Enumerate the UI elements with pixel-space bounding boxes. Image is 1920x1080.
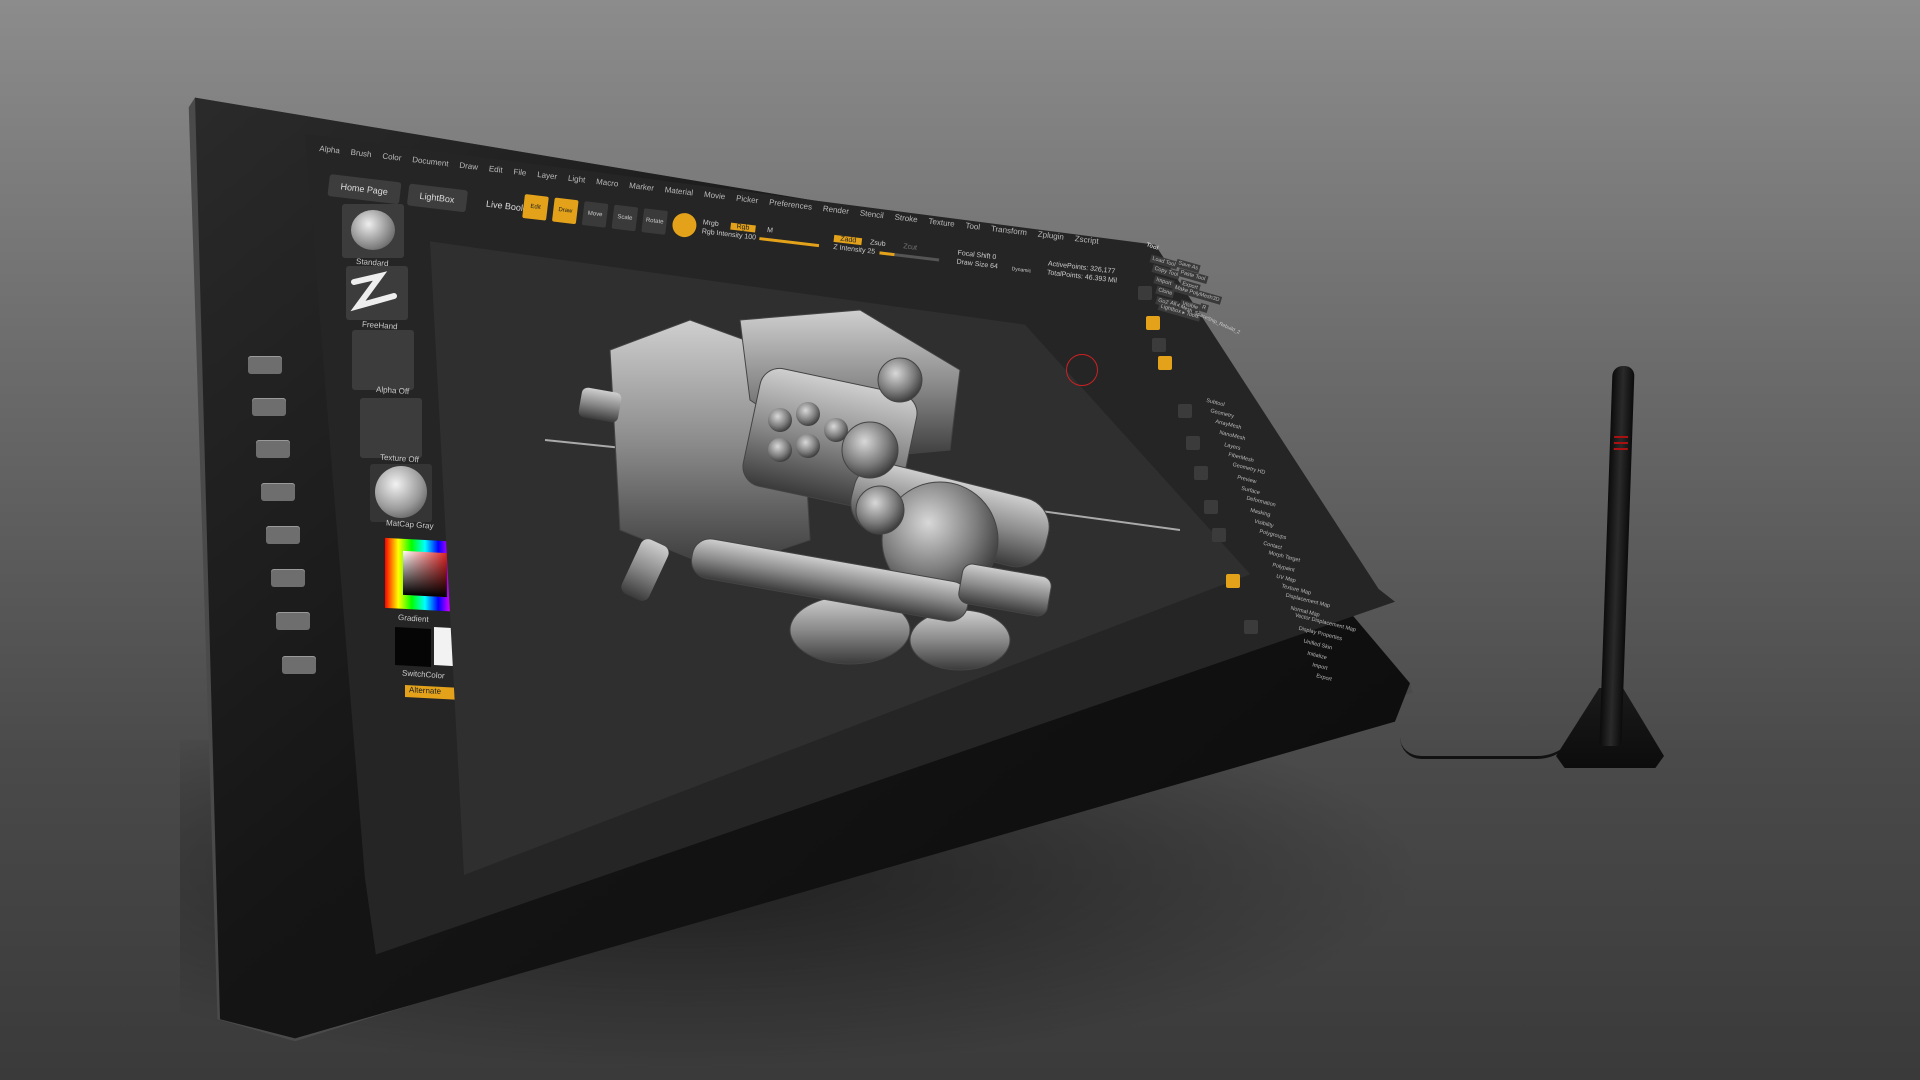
menu-item-edit[interactable]: Edit — [488, 164, 503, 175]
actual-button[interactable] — [1158, 356, 1172, 370]
zoom-button[interactable] — [1152, 338, 1166, 352]
zcut-button[interactable]: Zcut — [903, 243, 917, 252]
express-key-5[interactable] — [266, 526, 300, 544]
edit-button[interactable]: Edit — [522, 194, 549, 221]
polyf-button[interactable] — [1212, 528, 1226, 542]
zsub-button[interactable]: Zsub — [870, 239, 886, 248]
rotate-button[interactable]: Rotate — [641, 208, 668, 235]
stylus-band — [1613, 448, 1628, 450]
color-picker-square[interactable] — [403, 550, 447, 598]
standard-brush-icon — [351, 210, 395, 250]
menu-item-file[interactable]: File — [513, 167, 527, 177]
point-stats: ActivePoints: 326,177 TotalPoints: 46.39… — [1046, 260, 1118, 284]
brush-cursor — [1066, 354, 1098, 386]
alpha-selector[interactable] — [352, 330, 414, 390]
texture-selector[interactable] — [360, 398, 422, 458]
material-sphere-button[interactable] — [671, 211, 698, 239]
express-key-4[interactable] — [261, 483, 295, 501]
draw-button[interactable]: Draw — [551, 197, 579, 225]
stroke-selector[interactable] — [346, 266, 408, 320]
express-key-8[interactable] — [282, 656, 316, 674]
scale-button[interactable]: Scale — [611, 204, 639, 232]
m-button[interactable]: M — [767, 227, 774, 235]
dynamic-button[interactable]: Dynamic — [1011, 266, 1031, 274]
matcap-sphere-icon — [375, 466, 427, 518]
z-intensity-fill — [878, 251, 895, 256]
material-selector[interactable] — [370, 464, 432, 522]
scale-view-button[interactable] — [1194, 466, 1208, 480]
transp-button[interactable] — [1226, 574, 1240, 588]
express-key-3[interactable] — [256, 440, 290, 458]
move-view-button[interactable] — [1186, 436, 1200, 450]
bpr-button[interactable] — [1138, 286, 1152, 300]
stylus-cable — [1400, 716, 1580, 759]
rgb-button[interactable]: Rgb — [730, 222, 756, 233]
menu-item-light[interactable]: Light — [568, 174, 586, 185]
menu-item-tool[interactable]: Tool — [965, 221, 981, 232]
draw-size-group: Focal Shift 0 Draw Size 64 Dynamic — [956, 250, 1032, 275]
main-color-swatch[interactable] — [395, 627, 431, 667]
express-key-1[interactable] — [248, 356, 282, 374]
brush-selector[interactable] — [342, 204, 404, 258]
frame-button[interactable] — [1178, 404, 1192, 418]
move-button[interactable]: Move — [581, 201, 609, 228]
rotate-view-button[interactable] — [1204, 500, 1218, 514]
express-key-6[interactable] — [271, 569, 305, 587]
stylus-pen[interactable] — [1599, 366, 1635, 746]
stylus-band — [1614, 436, 1629, 438]
express-key-7[interactable] — [276, 612, 310, 630]
spaceship-model — [544, 309, 1180, 671]
solo-button[interactable] — [1244, 620, 1258, 634]
express-key-2[interactable] — [252, 398, 286, 416]
stylus-band — [1613, 442, 1628, 444]
scroll-button[interactable] — [1146, 316, 1160, 330]
freehand-stroke-icon — [350, 271, 397, 312]
mrgb-button[interactable]: Mrgb — [702, 219, 719, 228]
